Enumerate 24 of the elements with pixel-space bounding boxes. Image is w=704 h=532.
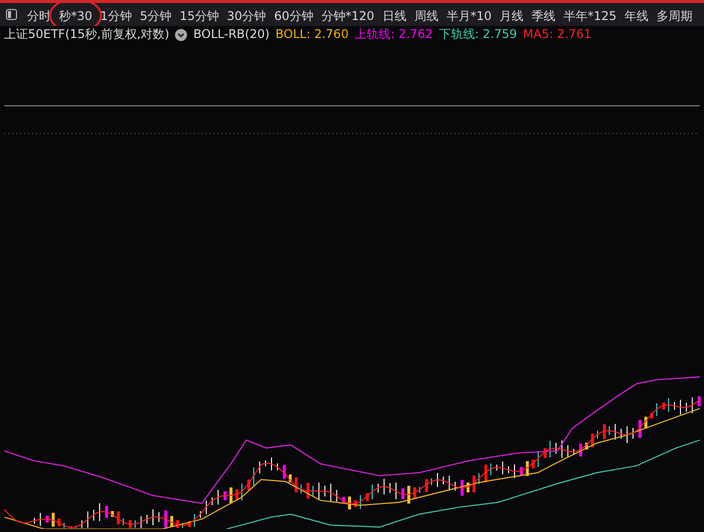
panel-toggle-icon[interactable] (6, 9, 17, 20)
indicator-name: BOLL-RB(20) (193, 26, 270, 43)
period-tab[interactable]: 30分钟 (222, 6, 270, 26)
indicator-value: BOLL: 2.760 (276, 26, 349, 43)
chevron-down-icon[interactable] (175, 28, 188, 40)
period-tab[interactable]: 分钟*120 (317, 6, 378, 26)
period-tab[interactable]: 半月*10 (442, 6, 496, 26)
period-tab[interactable]: 日线 (378, 6, 410, 26)
period-tab[interactable]: 5分钟 (136, 6, 176, 26)
period-tab[interactable]: 季线 (528, 6, 560, 26)
period-tab[interactable]: 周线 (410, 6, 442, 26)
period-tab[interactable]: 60分钟 (270, 6, 318, 26)
indicator-value: 上轨线: 2.762 (354, 26, 433, 43)
security-title: 上证50ETF(15秒,前复权,对数) (4, 26, 170, 43)
indicator-value: 下轨线: 2.759 (438, 26, 518, 43)
indicator-value: MA5: 2.761 (523, 26, 592, 43)
period-tab[interactable]: 分时 (23, 6, 55, 26)
period-tab[interactable]: 月线 (496, 6, 528, 26)
period-tab[interactable]: 多周期 (652, 6, 696, 26)
period-tab[interactable]: 秒*30 (55, 6, 96, 26)
period-tab[interactable]: 半年*125 (560, 6, 620, 26)
period-tab[interactable]: 年线 (620, 6, 652, 26)
period-tab[interactable]: 15分钟 (176, 6, 223, 26)
period-tab[interactable]: 1分钟 (96, 6, 136, 26)
